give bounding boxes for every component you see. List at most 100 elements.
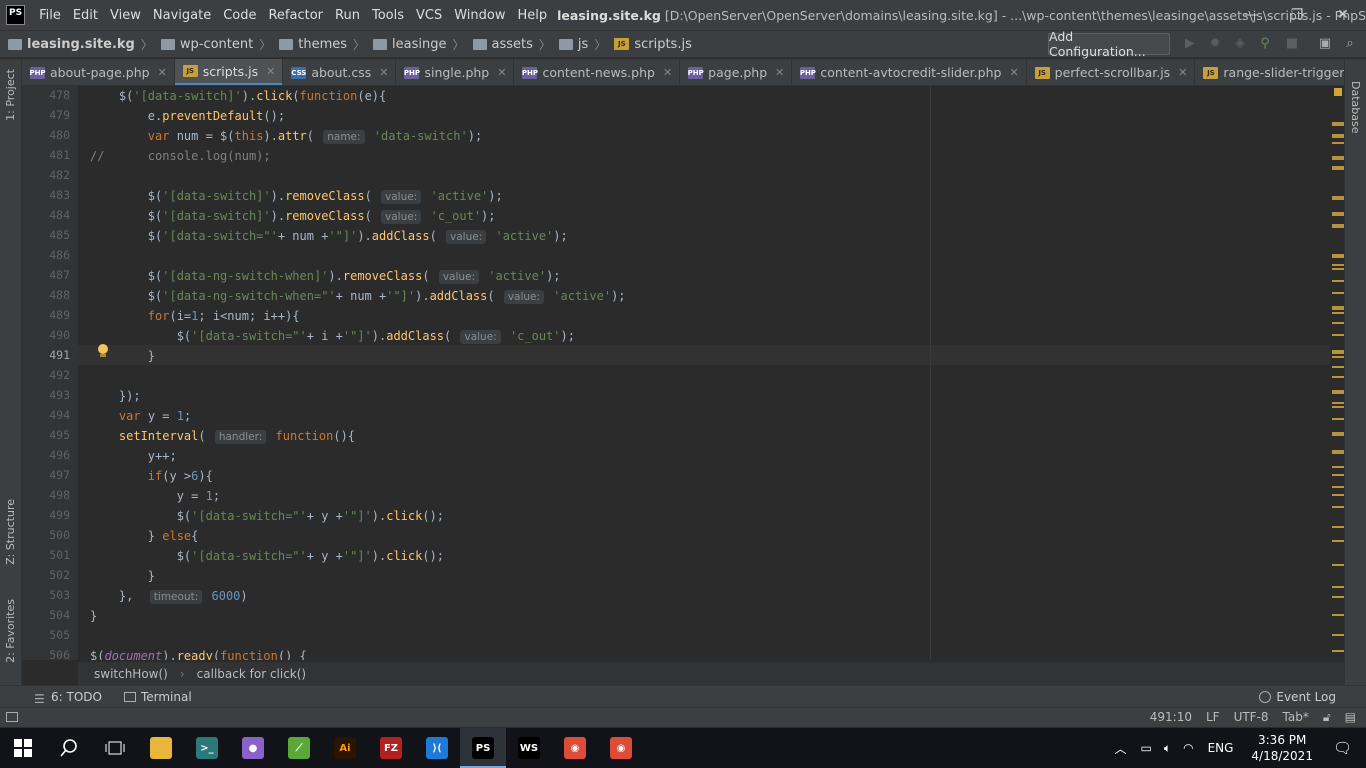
toggle-tool-windows-icon[interactable] [6, 712, 18, 722]
code-line[interactable]: $('[data-switch="'+ num +'"]').addClass(… [90, 226, 568, 246]
warning-marker[interactable] [1332, 540, 1344, 542]
code-line[interactable]: } else{ [90, 526, 199, 546]
warning-marker[interactable] [1332, 334, 1344, 336]
close-tab-icon[interactable]: ✕ [266, 65, 275, 78]
tab-content-avtocredit-slider-php[interactable]: PHP content-avtocredit-slider.php ✕ [792, 59, 1027, 85]
menu-refactor[interactable]: Refactor [262, 8, 329, 23]
warning-marker[interactable] [1332, 466, 1344, 468]
tab-single-php[interactable]: PHP single.php ✕ [396, 59, 515, 85]
notifications-icon[interactable]: 🗨︎ [1333, 739, 1352, 757]
add-configuration-button[interactable]: Add Configuration... [1048, 29, 1170, 59]
warning-marker[interactable] [1332, 406, 1344, 408]
taskbar-chrome[interactable]: ◉ [552, 728, 598, 768]
warning-marker[interactable] [1332, 418, 1344, 420]
warning-marker[interactable] [1332, 650, 1344, 652]
code-line[interactable]: $('[data-ng-switch-when="'+ num +'"]').a… [90, 286, 626, 306]
warning-marker[interactable] [1332, 136, 1344, 138]
error-stripe[interactable] [1330, 86, 1344, 668]
warning-marker[interactable] [1332, 124, 1344, 126]
menu-tools[interactable]: Tools [366, 8, 410, 23]
warning-marker[interactable] [1332, 280, 1344, 282]
breadcrumb-item[interactable]: assets 〉 [465, 36, 551, 53]
warning-marker[interactable] [1332, 198, 1344, 200]
tab-scripts-js[interactable]: JS scripts.js ✕ [174, 59, 284, 85]
menu-view[interactable]: View [104, 8, 147, 23]
taskbar-webstorm[interactable]: WS [506, 728, 552, 768]
code-line[interactable]: if(y >6){ [90, 466, 213, 486]
volume-icon[interactable]: 🔈︎ [1164, 741, 1171, 756]
wifi-icon[interactable]: ◠ [1183, 741, 1193, 755]
taskbar-chrome-profile[interactable]: ◉ [598, 728, 644, 768]
code-line[interactable]: $(document).ready(function() { [90, 646, 307, 660]
warning-marker[interactable] [1332, 392, 1344, 394]
warning-marker[interactable] [1332, 256, 1344, 258]
breadcrumb-item[interactable]: leasinge 〉 [365, 36, 465, 53]
coverage-icon[interactable]: ◈ [1232, 35, 1248, 51]
menu-code[interactable]: Code [217, 8, 262, 23]
lock-icon[interactable]: 🔓︎ [1323, 710, 1331, 725]
close-tab-icon[interactable]: ✕ [1009, 66, 1018, 79]
menu-file[interactable]: File [33, 8, 67, 23]
warning-marker[interactable] [1332, 402, 1344, 404]
code-line[interactable]: $('[data-switch="'+ y +'"]').click(); [90, 546, 444, 566]
minimize-button[interactable]: — [1228, 0, 1274, 30]
warning-marker[interactable] [1332, 214, 1344, 216]
event-log-button[interactable]: Event Log [1259, 690, 1336, 704]
caret-position[interactable]: 491:10 [1150, 710, 1192, 725]
terminal-tool-button[interactable]: Terminal [123, 690, 192, 704]
warning-marker[interactable] [1332, 158, 1344, 160]
favorites-tool-button[interactable]: 2: Favorites [4, 599, 17, 663]
breadcrumb-callback[interactable]: callback for click() [197, 667, 306, 681]
warning-marker[interactable] [1332, 526, 1344, 528]
menu-help[interactable]: Help [512, 8, 554, 23]
close-tab-icon[interactable]: ✕ [379, 66, 388, 79]
menu-edit[interactable]: Edit [67, 8, 104, 23]
clock[interactable]: 3:36 PM 4/18/2021 [1251, 732, 1313, 764]
intention-bulb-icon[interactable] [97, 344, 109, 358]
taskbar-filezilla[interactable]: FZ [368, 728, 414, 768]
search-everywhere-icon[interactable]: ⌕ [1342, 35, 1358, 51]
taskbar-app-purple[interactable]: ● [230, 728, 276, 768]
close-tab-icon[interactable]: ✕ [775, 66, 784, 79]
code-line[interactable]: e.preventDefault(); [90, 106, 285, 126]
memory-indicator-icon[interactable]: ▤ [1345, 710, 1356, 725]
warning-marker[interactable] [1332, 486, 1344, 488]
warning-marker[interactable] [1332, 292, 1344, 294]
warning-marker[interactable] [1332, 366, 1344, 368]
close-window-button[interactable]: ✕ [1320, 0, 1366, 30]
run-icon[interactable]: ▶ [1182, 35, 1198, 51]
code-line[interactable]: setInterval( handler: function(){ [90, 426, 355, 446]
warning-marker[interactable] [1332, 322, 1344, 324]
stop-icon[interactable]: ■ [1284, 35, 1300, 51]
project-structure-icon[interactable]: ▣ [1317, 35, 1333, 51]
database-tool-button[interactable]: Database [1349, 81, 1362, 134]
warning-marker[interactable] [1332, 474, 1344, 476]
search-button[interactable] [46, 728, 92, 768]
warning-marker[interactable] [1332, 142, 1344, 144]
code-line[interactable]: }, timeout: 6000) [90, 586, 248, 606]
warning-marker[interactable] [1332, 434, 1344, 436]
file-encoding[interactable]: UTF-8 [1234, 710, 1269, 725]
start-button[interactable] [0, 728, 46, 768]
maximize-button[interactable]: ❐ [1274, 0, 1320, 30]
warning-marker[interactable] [1332, 564, 1344, 566]
breadcrumb-function[interactable]: switchHow() [94, 667, 168, 681]
warning-marker[interactable] [1332, 614, 1344, 616]
todo-tool-button[interactable]: ☰ 6: TODO [34, 690, 102, 706]
warning-marker[interactable] [1332, 264, 1344, 266]
code-line[interactable]: // console.log(num); [90, 146, 271, 166]
tab-about-page-php[interactable]: PHP about-page.php ✕ [22, 59, 175, 85]
code-line[interactable]: $('[data-switch]').removeClass( value: '… [90, 206, 496, 226]
structure-tool-button[interactable]: Z: Structure [4, 499, 17, 565]
code-line[interactable]: var y = 1; [90, 406, 191, 426]
warning-marker[interactable] [1332, 634, 1344, 636]
warning-marker[interactable] [1332, 312, 1344, 314]
menu-window[interactable]: Window [448, 8, 511, 23]
warning-marker[interactable] [1332, 226, 1344, 228]
close-tab-icon[interactable]: ✕ [663, 66, 672, 79]
breadcrumb-item[interactable]: js 〉 [551, 36, 606, 53]
show-hidden-icons-icon[interactable]: ︿ [1115, 740, 1127, 757]
menu-vcs[interactable]: VCS [410, 8, 448, 23]
taskbar-file-explorer[interactable] [138, 728, 184, 768]
close-tab-icon[interactable]: ✕ [158, 66, 167, 79]
